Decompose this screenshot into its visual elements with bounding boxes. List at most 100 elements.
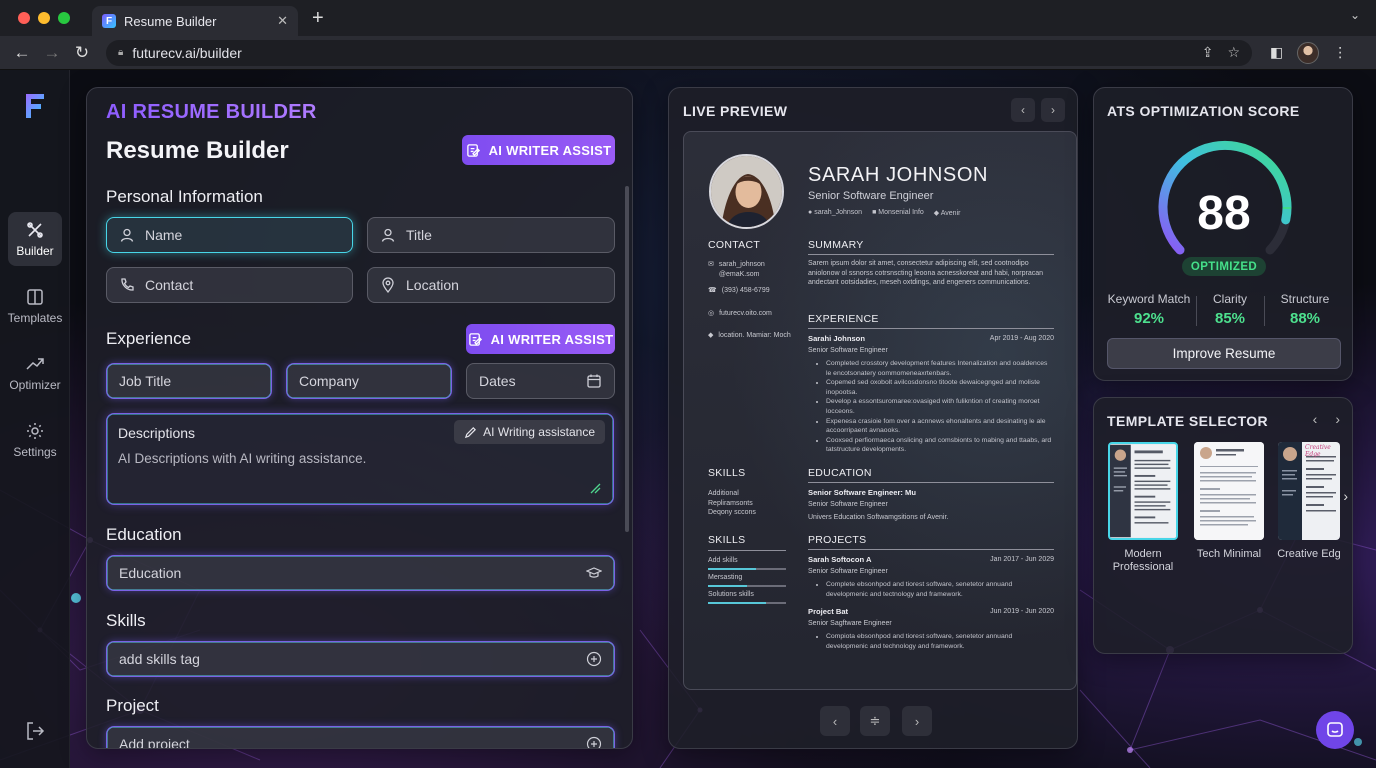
resume-meta-item: ■ Monsenial Info [872, 209, 924, 216]
lock-icon: 🔒︎ [118, 47, 124, 58]
profile-avatar[interactable] [1297, 41, 1320, 64]
resume-proj2-bullets: Compiota ebsonhpod and tiorest software,… [816, 632, 1054, 651]
portrait-image [711, 156, 782, 227]
browser-tabbar: F Resume Builder ✕ + ⌄ [0, 0, 1376, 36]
resume-proj1-role: Senior Software Engineer [808, 568, 888, 575]
sidebar-item-builder[interactable]: Builder [8, 212, 62, 266]
ai-writer-assist-button[interactable]: AI WRITER ASSIST [462, 135, 615, 165]
minimize-window-button[interactable] [38, 12, 50, 24]
share-icon[interactable]: ⇪ [1202, 44, 1214, 61]
edit-icon [466, 143, 480, 157]
browser-menu-icon[interactable]: ⋮ [1333, 44, 1347, 61]
resume-experience-heading: EXPERIENCE [808, 313, 879, 325]
name-input[interactable]: Name [106, 217, 353, 253]
resume-summary-heading: SUMMARY [808, 239, 864, 251]
resume-exp-dates: Apr 2019 - Aug 2020 [989, 335, 1054, 342]
skills-placeholder: add skills tag [119, 651, 200, 667]
resume-meta-row: ● sarah_Johnson ■ Monsenial Info ◆ Aveni… [808, 209, 960, 217]
resume-meta-item: ● sarah_Johnson [808, 209, 863, 216]
contact-input-placeholder: Contact [145, 277, 194, 293]
contact-input[interactable]: Contact [106, 267, 353, 303]
chevron-right-icon: › [914, 713, 920, 729]
fit-page-icon: ≑ [869, 713, 881, 728]
profile-photo [709, 154, 784, 229]
bookmark-star-icon[interactable]: ☆ [1227, 44, 1240, 61]
preview-page-next-button[interactable]: › [902, 706, 932, 736]
metric-clarity: Clarity 85% [1197, 292, 1263, 327]
metric-structure: Structure 88% [1265, 292, 1345, 327]
preview-fit-button[interactable]: ≑ [860, 706, 890, 736]
new-tab-icon[interactable]: + [312, 7, 324, 30]
metric-label: Structure [1280, 292, 1330, 306]
preview-page-prev-button[interactable]: ‹ [820, 706, 850, 736]
resume-proj1-bullets: Complete ebsonhpod and tiorest software,… [816, 580, 1054, 599]
resume-edu-title: Senior Software Engineer: Mu [808, 488, 917, 497]
job-title-input[interactable]: Job Title [106, 363, 272, 399]
sidepanel-icon[interactable]: ◧ [1270, 44, 1283, 61]
skill-level-bar [708, 585, 786, 587]
project-input[interactable]: Add project [106, 726, 615, 749]
url-bar[interactable]: 🔒︎ futurecv.ai/builder ⇪ ☆ [106, 39, 1252, 66]
skill-level-bar [708, 602, 786, 604]
chat-support-button[interactable] [1316, 711, 1354, 749]
chevron-left-icon[interactable]: ‹ [1313, 411, 1318, 427]
builder-scrollbar[interactable] [625, 186, 629, 532]
company-input[interactable]: Company [286, 363, 452, 399]
sidebar-item-label: Settings [13, 445, 57, 459]
resume-exp-role: Senior Software Engineer [808, 347, 888, 354]
resume-meta-item: ◆ Avenir [933, 210, 961, 217]
resume-skills-heading: SKILLS [708, 467, 746, 479]
app-root: Builder Templates Optimizer Settings AI … [0, 70, 1376, 768]
live-preview-heading: LIVE PREVIEW [683, 103, 788, 119]
sidebar-item-optimizer[interactable]: Optimizer [8, 346, 62, 400]
resume-contact-list: ✉ sarah_johnson @emaK.som ☎ (393) 458-6799… [708, 261, 791, 339]
ai-writing-assistance-button[interactable]: AI Writing assistance [454, 420, 605, 444]
chevron-right-icon[interactable]: › [1343, 488, 1348, 504]
template-modern-professional[interactable] [1108, 442, 1178, 540]
resume-skill-add: Add skills [708, 557, 738, 564]
resume-exp-bullets: Completed crosstory development features… [816, 359, 1054, 455]
project-heading: Project [106, 696, 159, 715]
close-tab-icon[interactable]: ✕ [277, 13, 288, 29]
resume-document[interactable]: SARAH JOHNSON Senior Software Engineer ●… [683, 131, 1077, 690]
sidebar-item-settings[interactable]: Settings [8, 413, 62, 467]
maximize-window-button[interactable] [58, 12, 70, 24]
improve-resume-button[interactable]: Improve Resume [1107, 338, 1341, 369]
resume-summary-text: Sarem ipsum dolor sit amet, consectetur … [808, 260, 1044, 286]
close-window-button[interactable] [18, 12, 30, 24]
resume-edu-line: Univers Education Softwamgsitions of Ave… [808, 514, 949, 521]
builder-panel: AI RESUME BUILDER Resume Builder AI WRIT… [86, 87, 633, 749]
back-icon[interactable]: ← [8, 43, 36, 63]
descriptions-textarea[interactable]: Descriptions AI Writing assistance AI De… [106, 413, 614, 505]
resume-edu-role: Senior Software Engineer [808, 501, 888, 508]
tab-list-chevron-icon[interactable]: ⌄ [1350, 8, 1360, 22]
skills-input[interactable]: add skills tag [106, 641, 615, 677]
forward-icon[interactable]: → [38, 43, 66, 63]
experience-ai-writer-button[interactable]: AI WRITER ASSIST [466, 324, 615, 354]
resize-handle-icon[interactable] [589, 482, 601, 494]
sidebar-item-templates[interactable]: Templates [8, 279, 62, 333]
dates-input[interactable]: Dates [466, 363, 615, 399]
experience-heading: Experience [106, 329, 192, 348]
calendar-icon[interactable] [586, 373, 602, 389]
education-placeholder: Education [119, 565, 182, 581]
preview-prev-button[interactable]: ‹ [1011, 98, 1035, 122]
add-circle-icon[interactable] [586, 736, 602, 749]
template-tech-minimal[interactable] [1194, 442, 1264, 540]
browser-tab[interactable]: F Resume Builder ✕ [92, 6, 298, 36]
add-circle-icon[interactable] [586, 651, 602, 667]
logout-icon[interactable] [24, 720, 46, 742]
location-input[interactable]: Location [367, 267, 615, 303]
gear-icon [27, 423, 43, 439]
reload-icon[interactable]: ↻ [68, 43, 96, 63]
project-placeholder: Add project [119, 736, 190, 749]
title-input[interactable]: Title [367, 217, 615, 253]
user-icon [120, 228, 134, 242]
resume-education-heading: EDUCATION [808, 467, 872, 479]
preview-next-button[interactable]: › [1041, 98, 1065, 122]
template-creative-edge[interactable]: Creative Edge [1278, 442, 1340, 540]
chevron-right-icon[interactable]: › [1335, 411, 1340, 427]
app-logo-icon[interactable] [22, 90, 48, 122]
resume-skills-list: Additional Repliramsonts Deqony sccons [708, 490, 756, 516]
education-input[interactable]: Education [106, 555, 615, 591]
